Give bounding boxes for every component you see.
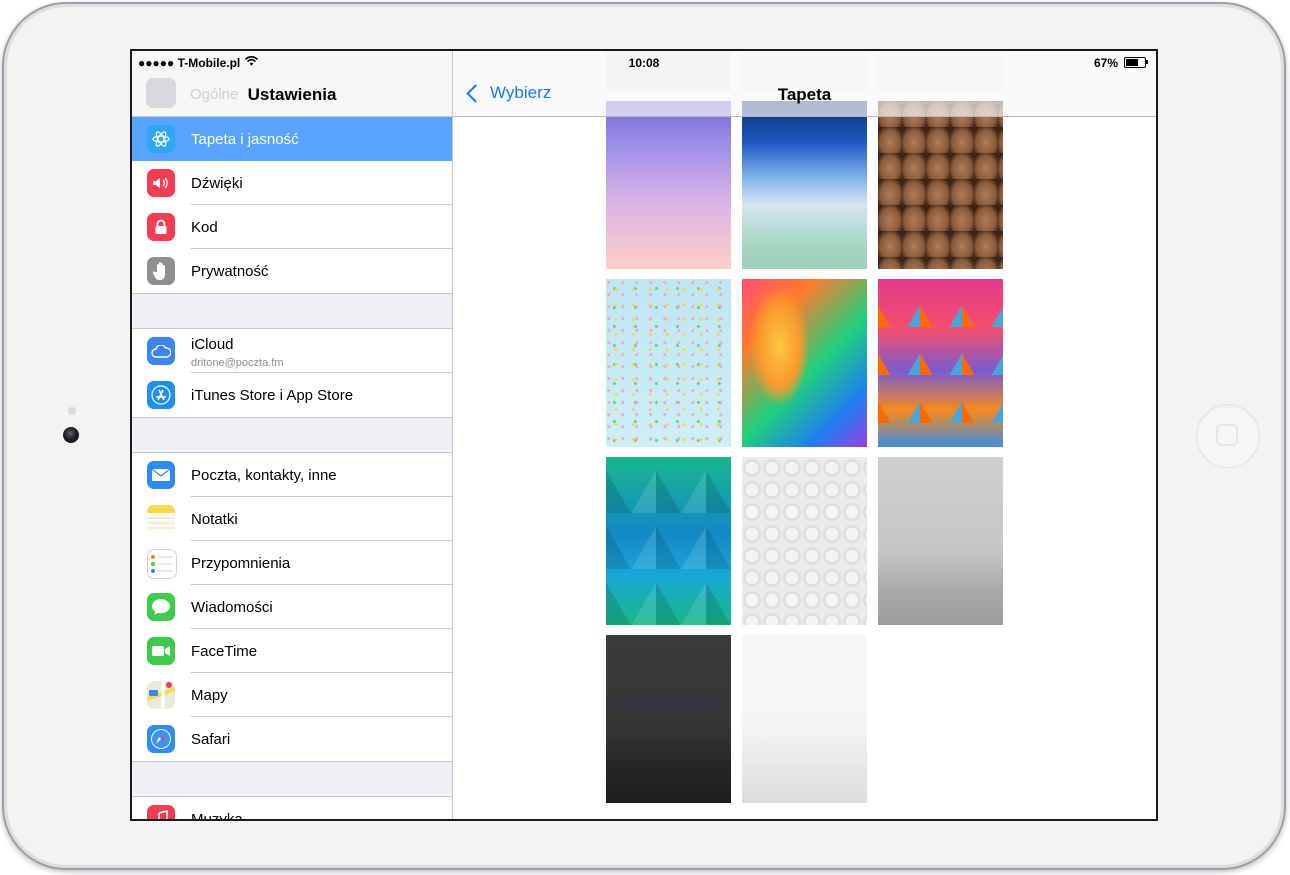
sidebar-item-label: Mapy bbox=[191, 687, 228, 704]
sidebar-item-facetime[interactable]: FaceTime bbox=[132, 629, 452, 673]
clock: 10:08 bbox=[628, 56, 660, 70]
wifi-icon bbox=[245, 56, 258, 66]
sidebar-item-app-store[interactable]: iTunes Store i App Store bbox=[132, 373, 452, 417]
group-separator bbox=[132, 293, 452, 329]
notes-icon bbox=[147, 505, 175, 533]
wallpaper-icon bbox=[147, 125, 175, 153]
wallpaper-thumbnail[interactable] bbox=[742, 457, 867, 625]
sidebar-item-speaker[interactable]: Dźwięki bbox=[132, 161, 452, 205]
sidebar-item-label: Dźwięki bbox=[191, 175, 243, 192]
sidebar-item-label: Poczta, kontakty, inne bbox=[191, 467, 337, 484]
sidebar-item-label: Prywatność bbox=[191, 263, 269, 280]
sidebar-item-label: Notatki bbox=[191, 511, 238, 528]
sidebar-item-notes[interactable]: Notatki bbox=[132, 497, 452, 541]
sidebar-item-safari[interactable]: Safari bbox=[132, 717, 452, 761]
safari-icon bbox=[147, 725, 175, 753]
sidebar-item-label: iTunes Store i App Store bbox=[191, 387, 354, 404]
hand-icon bbox=[147, 257, 175, 285]
sidebar-item-maps[interactable]: Mapy bbox=[132, 673, 452, 717]
sidebar-item-sublabel: dritone@poczta.fm bbox=[191, 357, 284, 369]
sidebar-item-lock[interactable]: Kod bbox=[132, 205, 452, 249]
settings-sidebar: Tapeta i jasność Dźwięki Kod Prywatność iClo… bbox=[132, 51, 453, 819]
music-icon bbox=[147, 805, 175, 819]
reminders-icon bbox=[147, 549, 177, 579]
wallpaper-thumbnail[interactable] bbox=[606, 101, 731, 269]
battery-fill bbox=[1126, 59, 1138, 66]
carrier-label: ●●●●● T-Mobile.pl bbox=[138, 56, 241, 70]
cloud-icon bbox=[147, 337, 175, 365]
sidebar-item-label: Tapeta i jasność bbox=[191, 131, 299, 148]
sidebar-item-label: Wiadomości bbox=[191, 599, 273, 616]
sidebar-item-wallpaper[interactable]: Tapeta i jasność bbox=[132, 117, 452, 161]
battery-icon bbox=[1124, 57, 1148, 68]
sidebar-item-label: Kod bbox=[191, 219, 218, 236]
sidebar-item-label: iCloud bbox=[191, 336, 234, 353]
wallpaper-thumbnail[interactable] bbox=[606, 457, 731, 625]
sensor-dot bbox=[68, 407, 76, 415]
status-bar: ●●●●● T-Mobile.pl 10:08 67% bbox=[132, 51, 1156, 73]
mail-icon bbox=[147, 461, 175, 489]
group-separator bbox=[132, 761, 452, 797]
app-store-icon bbox=[147, 381, 175, 409]
sidebar-item-label: Safari bbox=[191, 731, 231, 748]
sidebar-item-reminders[interactable]: Przypomnienia bbox=[132, 541, 452, 585]
sidebar-item-messages[interactable]: Wiadomości bbox=[132, 585, 452, 629]
wallpaper-thumbnail[interactable] bbox=[742, 635, 867, 803]
messages-icon bbox=[147, 593, 175, 621]
camera-lens bbox=[63, 427, 79, 443]
facetime-icon bbox=[147, 637, 175, 665]
screen: ●●●●● T-Mobile.pl 10:08 67% Tapeta i jas… bbox=[130, 49, 1158, 821]
sidebar-item-hand[interactable]: Prywatność bbox=[132, 249, 452, 293]
wallpaper-thumbnail[interactable] bbox=[878, 101, 1003, 269]
wallpaper-pane: Wybierz Tapeta bbox=[453, 51, 1156, 819]
wallpaper-thumbnail[interactable] bbox=[878, 279, 1003, 447]
sidebar-item-cloud[interactable]: iCloud dritone@poczta.fm bbox=[132, 329, 452, 373]
wallpaper-thumbnail[interactable] bbox=[878, 457, 1003, 625]
wallpaper-thumbnail[interactable] bbox=[742, 101, 867, 269]
wallpaper-thumbnail[interactable] bbox=[742, 279, 867, 447]
speaker-icon bbox=[147, 169, 175, 197]
home-button[interactable] bbox=[1196, 404, 1260, 468]
wallpaper-thumbnail[interactable] bbox=[606, 635, 731, 803]
sidebar-item-label: FaceTime bbox=[191, 643, 258, 660]
group-separator bbox=[132, 417, 452, 453]
settings-list: Tapeta i jasność Dźwięki Kod Prywatność iClo… bbox=[132, 117, 452, 819]
page-title: Tapeta bbox=[777, 85, 832, 104]
sidebar-item-label: Muzyka bbox=[191, 811, 243, 819]
maps-icon bbox=[147, 681, 175, 709]
sidebar-item-music[interactable]: Muzyka bbox=[132, 797, 452, 819]
sidebar-item-mail[interactable]: Poczta, kontakty, inne bbox=[132, 453, 452, 497]
wallpaper-grid bbox=[453, 51, 1156, 819]
sidebar-item-label: Przypomnienia bbox=[191, 555, 291, 572]
lock-icon bbox=[147, 213, 175, 241]
wallpaper-thumbnail[interactable] bbox=[606, 279, 731, 447]
sidebar-title: Ustawienia bbox=[247, 85, 337, 104]
home-button-square-icon bbox=[1216, 424, 1238, 446]
battery-percentage: 67% bbox=[1093, 56, 1118, 70]
